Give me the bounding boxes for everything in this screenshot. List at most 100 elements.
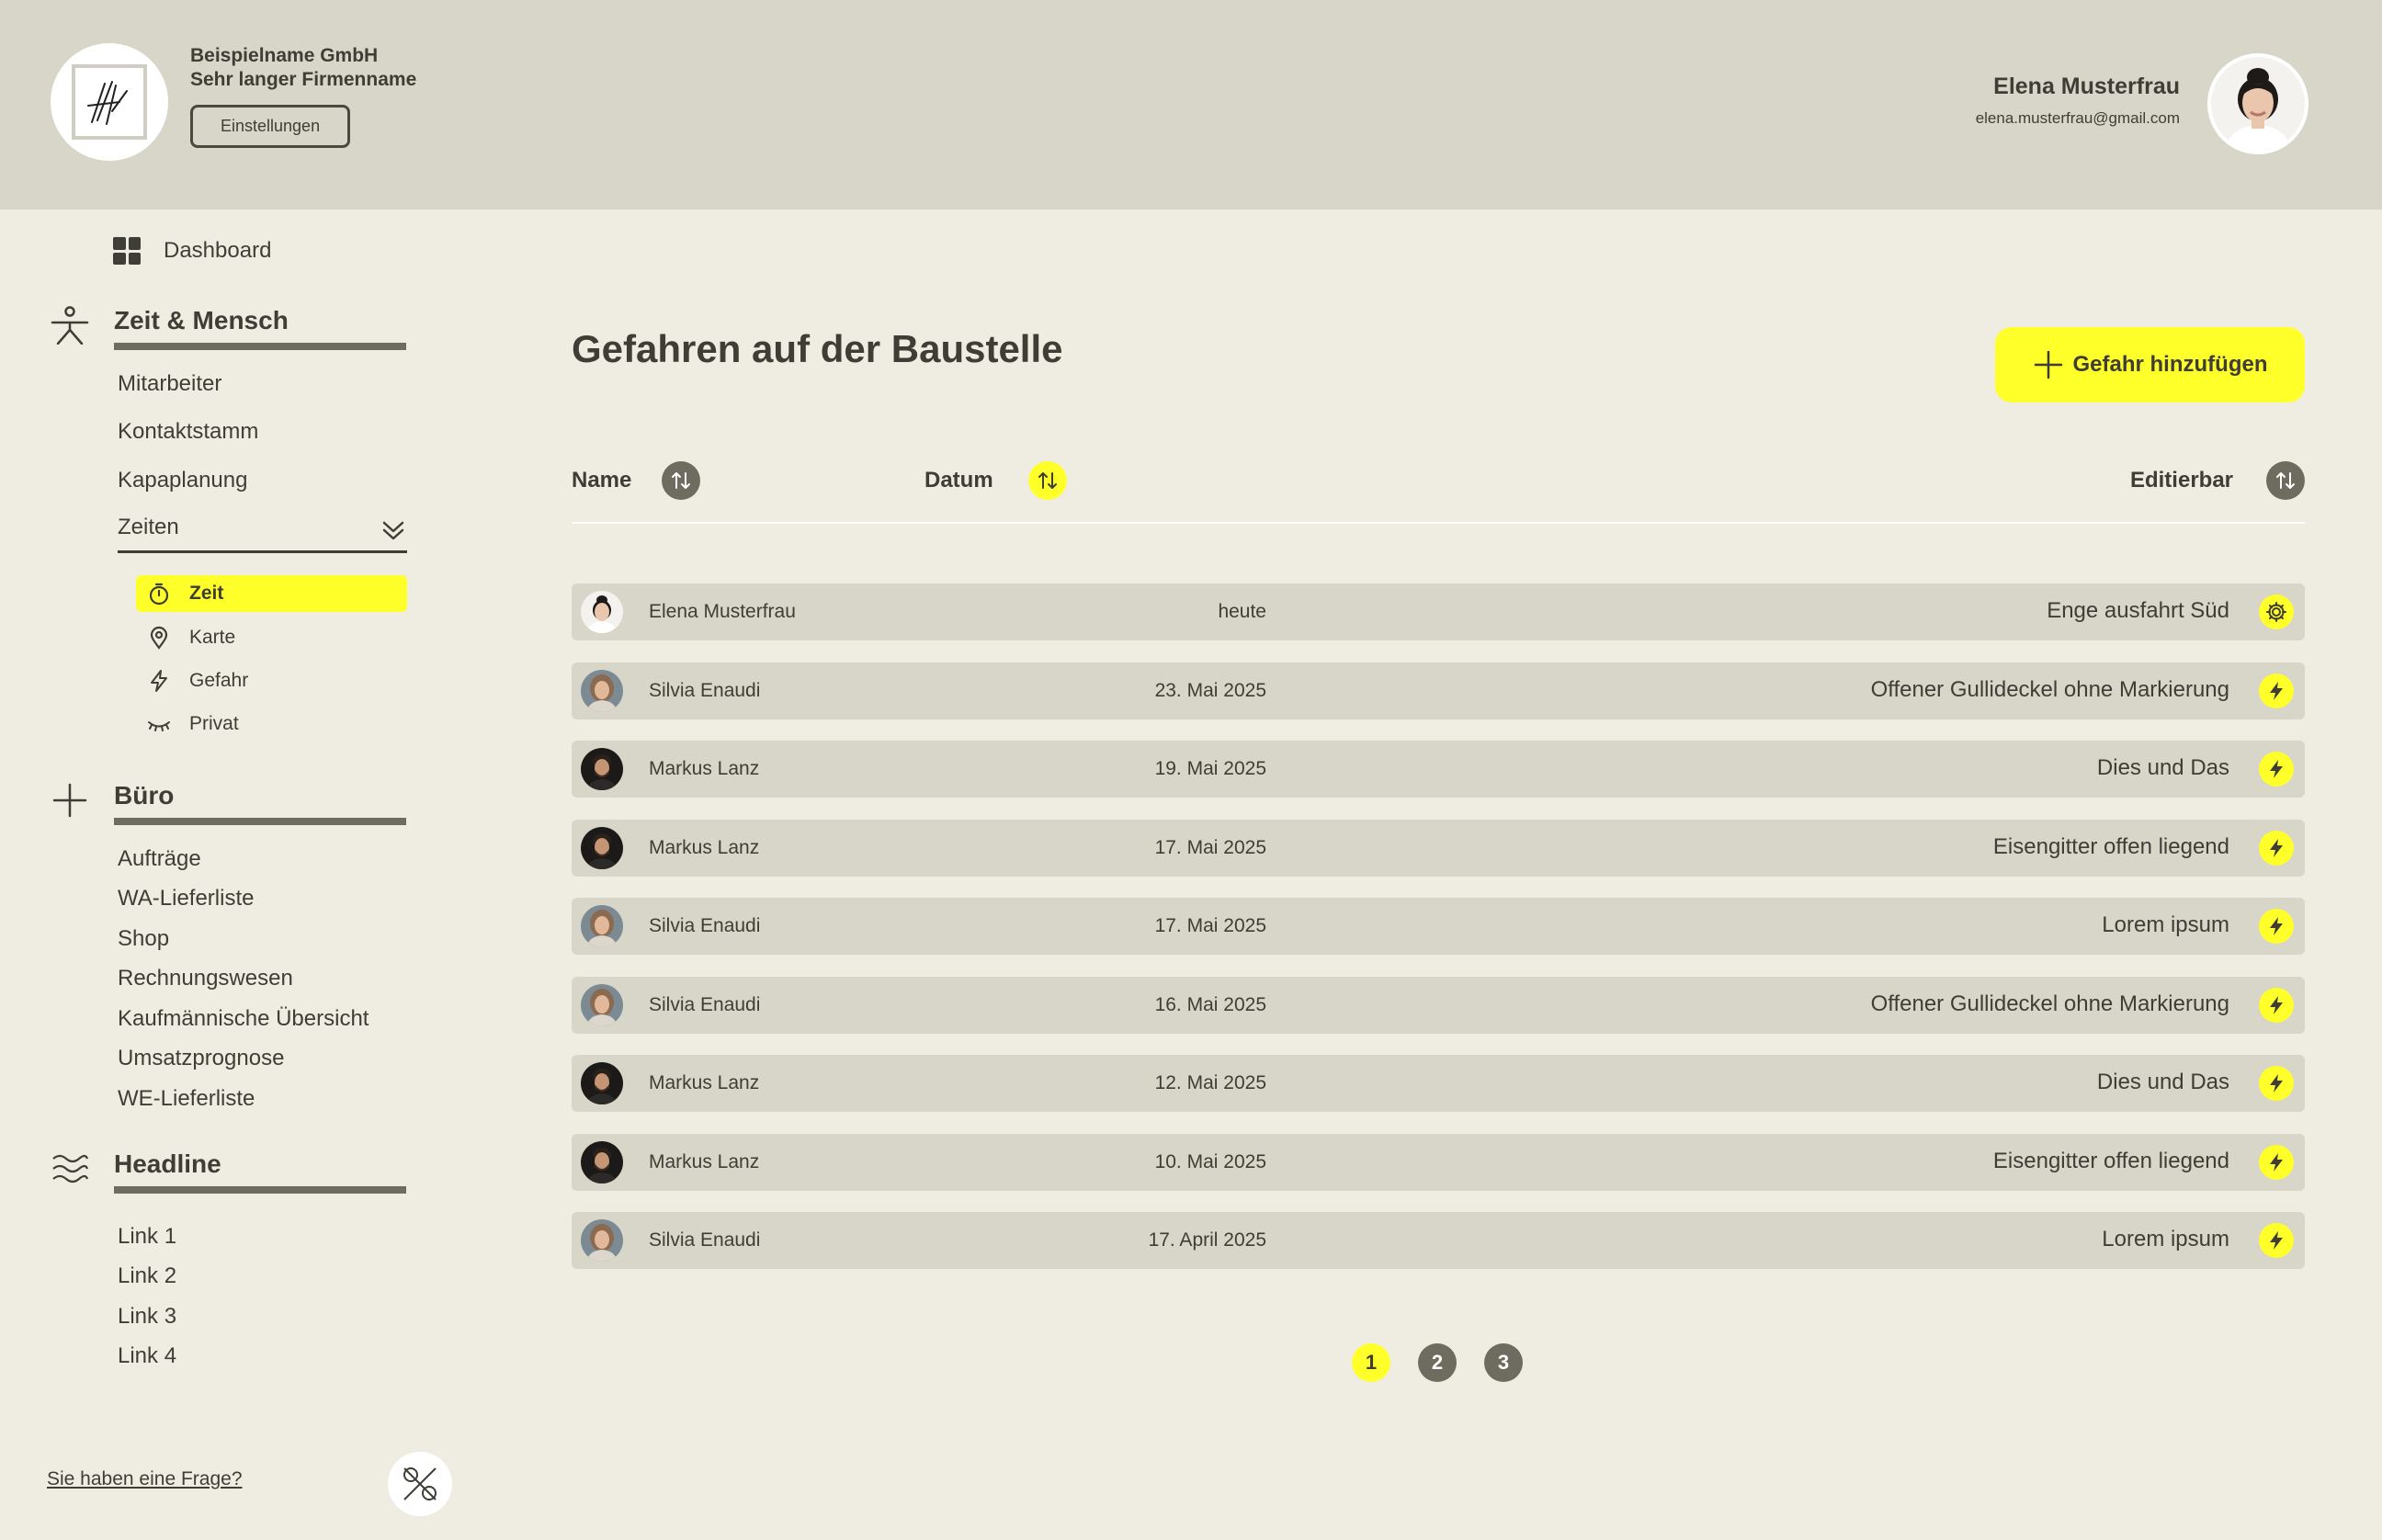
help-badge[interactable]: [388, 1452, 452, 1516]
user-info: Elena Musterfrau elena.musterfrau@gmail.…: [1976, 74, 2180, 128]
row-avatar: [581, 1140, 623, 1183]
add-hazard-button[interactable]: Gefahr hinzufügen: [1995, 327, 2305, 402]
row-action-button[interactable]: [2259, 752, 2294, 787]
row-avatar: [581, 748, 623, 790]
hazard-table: Elena Musterfrau heute Enge ausfahrt Süd Si…: [572, 583, 2305, 1291]
subitem-label: Privat: [189, 713, 239, 734]
row-name: Markus Lanz: [649, 1072, 760, 1093]
row-action-button[interactable]: [2259, 1066, 2294, 1101]
column-label-editable: Editierbar: [2129, 468, 2233, 493]
sort-arrows-icon: [2276, 472, 2295, 489]
row-date: heute: [1218, 601, 1266, 622]
section-divider: [114, 1186, 406, 1194]
sort-date-button[interactable]: [1027, 461, 1067, 500]
sidebar-item-kontaktstamm[interactable]: Kontaktstamm: [118, 419, 258, 445]
sidebar-item-dashboard[interactable]: Dashboard: [113, 237, 271, 265]
company-name: Beispielname GmbH: [190, 45, 379, 66]
sidebar-group-zeiten[interactable]: Zeiten: [118, 515, 407, 553]
lightning-icon: [2265, 758, 2287, 780]
sidebar-item-mitarbeiter[interactable]: Mitarbeiter: [118, 371, 221, 397]
row-action-button[interactable]: [2259, 673, 2294, 708]
sidebar-item-shop[interactable]: Shop: [118, 926, 169, 952]
user-avatar[interactable]: [2207, 53, 2308, 154]
sidebar-subitem-gefahr[interactable]: Gefahr: [136, 662, 407, 699]
sidebar-item-umsatzprognose[interactable]: Umsatzprognose: [118, 1046, 284, 1071]
sidebar-item-link-3[interactable]: Link 3: [118, 1304, 176, 1330]
row-hazard: Dies und Das: [2096, 1070, 2229, 1094]
sidebar-subitem-zeit[interactable]: Zeit: [136, 575, 407, 612]
row-hazard: Dies und Das: [2096, 755, 2229, 780]
table-row[interactable]: Markus Lanz 17. Mai 2025 Eisengitter offen…: [572, 819, 2305, 877]
section-divider: [114, 343, 406, 350]
page-button-1[interactable]: 1: [1352, 1343, 1390, 1382]
section-title-headline: Headline: [114, 1149, 221, 1178]
row-name: Silvia Enaudi: [649, 915, 761, 936]
company-logo[interactable]: [51, 43, 168, 161]
sidebar-item-link-2[interactable]: Link 2: [118, 1263, 176, 1289]
table-row[interactable]: Markus Lanz 12. Mai 2025 Dies und Das: [572, 1055, 2305, 1112]
sidebar-item-we-lieferliste[interactable]: WE-Lieferliste: [118, 1086, 255, 1112]
page-button-3[interactable]: 3: [1484, 1343, 1523, 1382]
sidebar: Dashboard Zeit & Mensch Mitarbeiter Kont…: [0, 209, 478, 1540]
row-hazard: Lorem ipsum: [2102, 912, 2229, 937]
sort-editable-button[interactable]: [2266, 461, 2305, 500]
lightning-icon: [2265, 1151, 2287, 1173]
row-name: Silvia Enaudi: [649, 1229, 761, 1251]
table-row[interactable]: Markus Lanz 19. Mai 2025 Dies und Das: [572, 741, 2305, 798]
user-name: Elena Musterfrau: [1993, 74, 2180, 99]
column-label-name: Name: [572, 468, 632, 493]
lightning-icon: [2265, 915, 2287, 937]
row-date: 23. Mai 2025: [1154, 679, 1266, 701]
table-header-divider: [572, 522, 2305, 524]
sidebar-item-link-1[interactable]: Link 1: [118, 1224, 176, 1250]
row-date: 17. April 2025: [1148, 1229, 1266, 1251]
table-row[interactable]: Silvia Enaudi 17. Mai 2025 Lorem ipsum: [572, 898, 2305, 955]
dashboard-label: Dashboard: [164, 238, 272, 263]
settings-button[interactable]: Einstellungen: [190, 105, 351, 148]
sidebar-item-kaufmaennische-uebersicht[interactable]: Kaufmännische Übersicht: [118, 1006, 369, 1032]
sidebar-item-rechnungswesen[interactable]: Rechnungswesen: [118, 966, 293, 991]
company-subname: Sehr langer Firmenname: [190, 69, 417, 90]
row-avatar: [581, 826, 623, 869]
double-chevron-down-icon: [382, 521, 404, 540]
section-buero: Büro: [51, 781, 406, 825]
sidebar-item-auftraege[interactable]: Aufträge: [118, 846, 201, 872]
lightning-icon: [2265, 837, 2287, 859]
row-action-button[interactable]: [2259, 909, 2294, 944]
sort-name-button[interactable]: [662, 461, 701, 500]
sidebar-subitem-privat[interactable]: Privat: [136, 706, 407, 742]
row-name: Markus Lanz: [649, 758, 760, 779]
row-date: 17. Mai 2025: [1154, 915, 1266, 936]
table-row[interactable]: Elena Musterfrau heute Enge ausfahrt Süd: [572, 583, 2305, 640]
row-action-button[interactable]: [2259, 594, 2294, 629]
row-date: 16. Mai 2025: [1154, 993, 1266, 1015]
page-title: Gefahren auf der Baustelle: [572, 327, 1063, 370]
company-info: Beispielname GmbH Sehr langer Firmenname…: [190, 44, 416, 148]
page-button-2[interactable]: 2: [1418, 1343, 1457, 1382]
row-avatar: [581, 669, 623, 712]
row-action-button[interactable]: [2259, 987, 2294, 1023]
row-action-button[interactable]: [2259, 1223, 2294, 1258]
table-row[interactable]: Silvia Enaudi 16. Mai 2025 Offener Gullide…: [572, 976, 2305, 1034]
gear-icon: [2264, 600, 2288, 624]
user-email: elena.musterfrau@gmail.com: [1975, 109, 2180, 127]
lightning-icon: [2265, 680, 2287, 702]
sort-arrows-icon: [672, 472, 691, 489]
sidebar-subitem-karte[interactable]: Karte: [136, 619, 407, 656]
row-name: Silvia Enaudi: [649, 679, 761, 701]
row-action-button[interactable]: [2259, 1144, 2294, 1180]
sidebar-item-link-4[interactable]: Link 4: [118, 1343, 176, 1369]
lightning-icon: [151, 670, 167, 692]
column-header-editable: Editierbar: [2130, 461, 2305, 500]
subitem-label: Zeit: [189, 583, 224, 604]
help-link[interactable]: Sie haben eine Frage?: [47, 1468, 243, 1490]
subitem-label: Gefahr: [189, 670, 249, 691]
row-name: Elena Musterfrau: [649, 601, 796, 622]
table-row[interactable]: Silvia Enaudi 23. Mai 2025 Offener Gullide…: [572, 662, 2305, 719]
table-row[interactable]: Silvia Enaudi 17. April 2025 Lorem ipsum: [572, 1212, 2305, 1269]
table-row[interactable]: Markus Lanz 10. Mai 2025 Eisengitter offen…: [572, 1133, 2305, 1191]
sidebar-item-kapaplanung[interactable]: Kapaplanung: [118, 468, 247, 493]
sidebar-item-wa-lieferliste[interactable]: WA-Lieferliste: [118, 886, 254, 912]
subitem-label: Karte: [189, 627, 236, 648]
row-action-button[interactable]: [2259, 830, 2294, 866]
